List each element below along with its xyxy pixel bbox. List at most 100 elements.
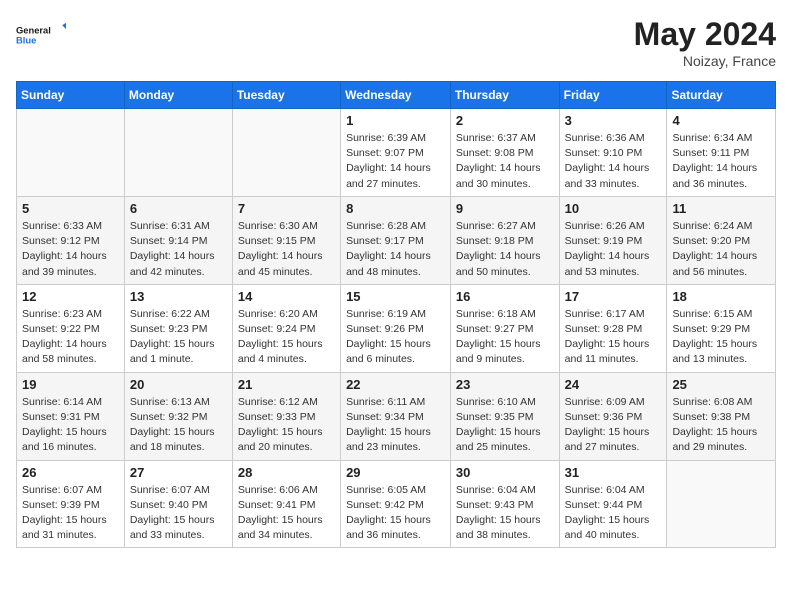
week-row-4: 26Sunrise: 6:07 AM Sunset: 9:39 PM Dayli… (17, 460, 776, 548)
svg-text:Blue: Blue (16, 35, 36, 45)
calendar-cell: 14 Sunrise: 6:20 AM Sunset: 9:24 PM Dayli… (232, 284, 340, 372)
calendar-cell: 1 Sunrise: 6:39 AM Sunset: 9:07 PM Daylig… (341, 109, 451, 197)
day-number: 19 (22, 377, 119, 392)
day-info: Sunrise: 6:14 AM Sunset: 9:31 PM Dayligh… (22, 395, 119, 456)
day-info: Sunrise: 6:17 AM Sunset: 9:28 PM Dayligh… (565, 307, 662, 368)
day-number: 31 (565, 465, 662, 480)
day-number: 13 (130, 289, 227, 304)
calendar-table: SundayMondayTuesdayWednesdayThursdayFrid… (16, 81, 776, 548)
calendar-cell: 2Sunrise: 6:37 AM Sunset: 9:08 PM Daylig… (450, 109, 559, 197)
day-info: Sunrise: 6:22 AM Sunset: 9:23 PM Dayligh… (130, 307, 227, 368)
day-number: 29 (346, 465, 445, 480)
day-number: 7 (238, 201, 335, 216)
calendar-cell (232, 109, 340, 197)
day-info: Sunrise: 6:24 AM Sunset: 9:20 PM Dayligh… (672, 219, 770, 280)
day-info: Sunrise: 6:05 AM Sunset: 9:42 PM Dayligh… (346, 483, 445, 544)
calendar-header-row: SundayMondayTuesdayWednesdayThursdayFrid… (17, 82, 776, 109)
day-info: Sunrise: 6:18 AM Sunset: 9:27 PM Dayligh… (456, 307, 554, 368)
calendar-cell: 21 Sunrise: 6:12 AM Sunset: 9:33 PM Dayli… (232, 372, 340, 460)
day-info: Sunrise: 6:33 AM Sunset: 9:12 PM Dayligh… (22, 219, 119, 280)
header: General Blue May 2024 Noizay, France (16, 16, 776, 69)
svg-text:General: General (16, 25, 51, 35)
day-number: 21 (238, 377, 335, 392)
day-number: 16 (456, 289, 554, 304)
calendar-cell: 5 Sunrise: 6:33 AM Sunset: 9:12 PM Daylig… (17, 196, 125, 284)
day-number: 18 (672, 289, 770, 304)
calendar-cell: 9 Sunrise: 6:27 AM Sunset: 9:18 PM Daylig… (450, 196, 559, 284)
day-info: Sunrise: 6:19 AM Sunset: 9:26 PM Dayligh… (346, 307, 445, 368)
calendar-cell (17, 109, 125, 197)
day-info: Sunrise: 6:10 AM Sunset: 9:35 PM Dayligh… (456, 395, 554, 456)
logo: General Blue (16, 16, 66, 52)
logo-svg: General Blue (16, 16, 66, 52)
day-number: 12 (22, 289, 119, 304)
day-info: Sunrise: 6:12 AM Sunset: 9:33 PM Dayligh… (238, 395, 335, 456)
day-number: 1 (346, 113, 445, 128)
calendar-cell: 24Sunrise: 6:09 AM Sunset: 9:36 PM Dayli… (559, 372, 667, 460)
day-number: 2 (456, 113, 554, 128)
day-info: Sunrise: 6:13 AM Sunset: 9:32 PM Dayligh… (130, 395, 227, 456)
day-number: 22 (346, 377, 445, 392)
location: Noizay, France (634, 53, 776, 69)
day-info: Sunrise: 6:04 AM Sunset: 9:43 PM Dayligh… (456, 483, 554, 544)
week-row-0: 1 Sunrise: 6:39 AM Sunset: 9:07 PM Daylig… (17, 109, 776, 197)
calendar-cell: 19 Sunrise: 6:14 AM Sunset: 9:31 PM Dayli… (17, 372, 125, 460)
calendar-cell: 6 Sunrise: 6:31 AM Sunset: 9:14 PM Daylig… (124, 196, 232, 284)
calendar-cell: 27Sunrise: 6:07 AM Sunset: 9:40 PM Dayli… (124, 460, 232, 548)
day-header-saturday: Saturday (667, 82, 776, 109)
calendar-cell: 8 Sunrise: 6:28 AM Sunset: 9:17 PM Daylig… (341, 196, 451, 284)
calendar-cell: 22 Sunrise: 6:11 AM Sunset: 9:34 PM Dayli… (341, 372, 451, 460)
page: General Blue May 2024 Noizay, France Sun… (0, 0, 792, 564)
calendar-cell: 26Sunrise: 6:07 AM Sunset: 9:39 PM Dayli… (17, 460, 125, 548)
week-row-2: 12 Sunrise: 6:23 AM Sunset: 9:22 PM Dayli… (17, 284, 776, 372)
day-info: Sunrise: 6:31 AM Sunset: 9:14 PM Dayligh… (130, 219, 227, 280)
calendar-cell (667, 460, 776, 548)
day-info: Sunrise: 6:20 AM Sunset: 9:24 PM Dayligh… (238, 307, 335, 368)
day-info: Sunrise: 6:08 AM Sunset: 9:38 PM Dayligh… (672, 395, 770, 456)
day-info: Sunrise: 6:06 AM Sunset: 9:41 PM Dayligh… (238, 483, 335, 544)
day-info: Sunrise: 6:28 AM Sunset: 9:17 PM Dayligh… (346, 219, 445, 280)
day-header-tuesday: Tuesday (232, 82, 340, 109)
day-info: Sunrise: 6:09 AM Sunset: 9:36 PM Dayligh… (565, 395, 662, 456)
day-number: 3 (565, 113, 662, 128)
day-number: 8 (346, 201, 445, 216)
day-info: Sunrise: 6:36 AM Sunset: 9:10 PM Dayligh… (565, 131, 662, 192)
calendar-cell: 16 Sunrise: 6:18 AM Sunset: 9:27 PM Dayli… (450, 284, 559, 372)
calendar-cell: 17Sunrise: 6:17 AM Sunset: 9:28 PM Dayli… (559, 284, 667, 372)
week-row-1: 5 Sunrise: 6:33 AM Sunset: 9:12 PM Daylig… (17, 196, 776, 284)
day-info: Sunrise: 6:39 AM Sunset: 9:07 PM Dayligh… (346, 131, 445, 192)
day-number: 14 (238, 289, 335, 304)
day-header-monday: Monday (124, 82, 232, 109)
day-number: 9 (456, 201, 554, 216)
calendar-cell: 29 Sunrise: 6:05 AM Sunset: 9:42 PM Dayli… (341, 460, 451, 548)
day-header-thursday: Thursday (450, 82, 559, 109)
calendar-cell: 3 Sunrise: 6:36 AM Sunset: 9:10 PM Daylig… (559, 109, 667, 197)
calendar-cell: 18Sunrise: 6:15 AM Sunset: 9:29 PM Dayli… (667, 284, 776, 372)
day-number: 10 (565, 201, 662, 216)
calendar-cell (124, 109, 232, 197)
calendar-cell: 20 Sunrise: 6:13 AM Sunset: 9:32 PM Dayli… (124, 372, 232, 460)
day-number: 30 (456, 465, 554, 480)
day-number: 20 (130, 377, 227, 392)
calendar-cell: 11 Sunrise: 6:24 AM Sunset: 9:20 PM Dayli… (667, 196, 776, 284)
day-info: Sunrise: 6:23 AM Sunset: 9:22 PM Dayligh… (22, 307, 119, 368)
day-info: Sunrise: 6:07 AM Sunset: 9:40 PM Dayligh… (130, 483, 227, 544)
day-number: 11 (672, 201, 770, 216)
day-header-friday: Friday (559, 82, 667, 109)
calendar-cell: 13 Sunrise: 6:22 AM Sunset: 9:23 PM Dayli… (124, 284, 232, 372)
month-year: May 2024 (634, 16, 776, 53)
day-info: Sunrise: 6:26 AM Sunset: 9:19 PM Dayligh… (565, 219, 662, 280)
calendar-cell: 10 Sunrise: 6:26 AM Sunset: 9:19 PM Dayli… (559, 196, 667, 284)
day-number: 28 (238, 465, 335, 480)
title-block: May 2024 Noizay, France (634, 16, 776, 69)
calendar-cell: 31 Sunrise: 6:04 AM Sunset: 9:44 PM Dayli… (559, 460, 667, 548)
day-info: Sunrise: 6:07 AM Sunset: 9:39 PM Dayligh… (22, 483, 119, 544)
day-number: 5 (22, 201, 119, 216)
calendar-cell: 23Sunrise: 6:10 AM Sunset: 9:35 PM Dayli… (450, 372, 559, 460)
day-header-sunday: Sunday (17, 82, 125, 109)
calendar-cell: 4Sunrise: 6:34 AM Sunset: 9:11 PM Daylig… (667, 109, 776, 197)
day-number: 6 (130, 201, 227, 216)
day-info: Sunrise: 6:11 AM Sunset: 9:34 PM Dayligh… (346, 395, 445, 456)
day-info: Sunrise: 6:27 AM Sunset: 9:18 PM Dayligh… (456, 219, 554, 280)
day-info: Sunrise: 6:04 AM Sunset: 9:44 PM Dayligh… (565, 483, 662, 544)
